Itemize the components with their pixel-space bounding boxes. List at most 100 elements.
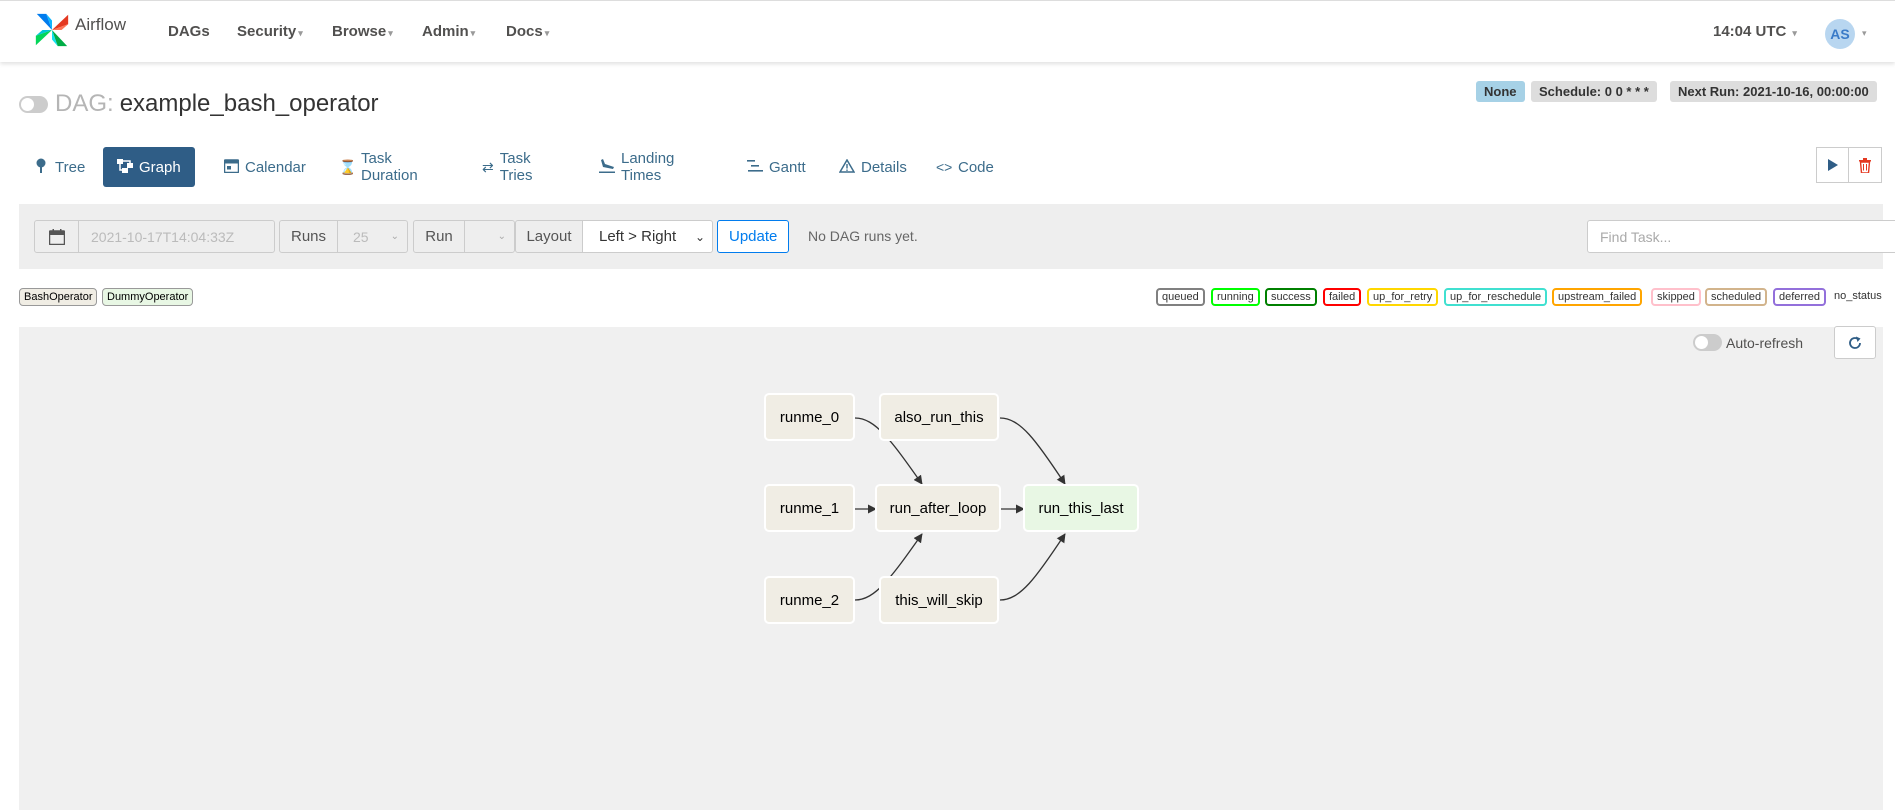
legend-state-upstream-failed[interactable]: upstream_failed [1552,288,1643,306]
legend-dummy-operator[interactable]: DummyOperator [102,288,194,306]
trash-icon [1859,157,1871,173]
dag-prefix: DAG: [55,90,114,117]
layout-select[interactable]: Left > Right ⌄ [582,220,713,253]
schedule-badge: Schedule: 0 0 * * * [1531,81,1657,102]
user-avatar[interactable]: AS [1825,19,1855,49]
legend-state-scheduled[interactable]: scheduled [1705,288,1768,306]
chevron-down-icon: ⌄ [694,229,705,244]
graph-icon [117,158,133,176]
task-node-runme-2[interactable]: runme_2 [764,576,855,624]
tab-task-tries[interactable]: ⇄ Task Tries [468,147,551,187]
layout-label: Layout [515,220,583,253]
legend-state-failed[interactable]: failed [1323,288,1362,306]
graph-filter-bar: 2021-10-17T14:04:33Z Runs 25 ⌄ Run ⌄ Lay… [19,204,1895,269]
task-node-also-run-this[interactable]: also_run_this [879,393,999,441]
legend-state-up-for-reschedule[interactable]: up_for_reschedule [1444,288,1548,306]
legend-state-deferred[interactable]: deferred [1773,288,1826,306]
tree-icon [33,158,49,177]
dag-name: example_bash_operator [119,90,379,117]
dag-status-badge: None [1476,81,1525,102]
refresh-button[interactable] [1834,326,1876,359]
tab-details-label: Details [861,158,907,176]
nav-browse-label: Browse [332,23,387,40]
nav-dags[interactable]: DAGs [168,23,210,40]
run-select[interactable]: ⌄ [464,220,515,253]
delete-dag-button[interactable] [1849,147,1882,183]
calendar-icon [48,228,65,245]
no-dag-runs-message: No DAG runs yet. [808,228,918,244]
utc-clock[interactable]: 14:04 UTC ▾ [1713,23,1797,40]
find-task-input[interactable]: Find Task... [1587,220,1895,253]
nav-security-label: Security [237,23,297,40]
task-node-run-after-loop[interactable]: run_after_loop [875,484,1001,532]
tab-gantt-label: Gantt [769,158,806,176]
tab-task-duration[interactable]: ⌛ Task Duration [325,147,432,187]
chevron-down-icon: ▾ [1792,28,1797,38]
chevron-down-icon: ⌄ [390,231,399,242]
tab-graph-label: Graph [139,158,181,176]
runs-label: Runs [279,220,338,253]
trigger-dag-button[interactable] [1816,147,1849,183]
tab-landing-times[interactable]: Landing Times [585,147,688,187]
warning-icon [838,158,856,176]
legend-state-queued[interactable]: queued [1156,288,1205,306]
clock-label: 14:04 UTC [1713,23,1787,40]
tab-details[interactable]: Details [825,147,921,187]
brand[interactable]: Airflow [33,10,126,50]
nav-admin[interactable]: Admin ▾ [422,23,475,40]
dag-title: DAG: example_bash_operator [19,90,379,118]
task-node-run-this-last[interactable]: run_this_last [1023,484,1139,532]
auto-refresh-control: Auto-refresh [1693,334,1803,351]
runs-select[interactable]: 25 ⌄ [337,220,408,253]
task-node-runme-1[interactable]: runme_1 [764,484,855,532]
tab-task-tries-label: Task Tries [499,150,533,184]
task-node-runme-0[interactable]: runme_0 [764,393,855,441]
next-run-badge: Next Run: 2021-10-16, 00:00:00 [1670,81,1877,102]
tab-calendar-label: Calendar [245,158,306,176]
brand-name: Airflow [75,15,127,34]
gantt-icon [747,159,763,176]
airflow-logo-icon [35,13,69,47]
tab-task-duration-label: Task Duration [361,150,418,184]
update-button[interactable]: Update [717,220,790,253]
nav-browse[interactable]: Browse ▾ [332,23,393,40]
runs-select-value: 25 [353,228,369,245]
dag-pause-toggle[interactable] [19,95,48,113]
nav-dags-label: DAGs [168,23,210,40]
tab-code-label: Code [958,158,994,176]
execution-date-input[interactable]: 2021-10-17T14:04:33Z [78,220,275,253]
layout-select-value: Left > Right [599,228,677,245]
auto-refresh-label: Auto-refresh [1726,334,1804,351]
hourglass-icon: ⌛ [339,158,357,175]
run-label: Run [413,220,465,253]
tab-tree[interactable]: Tree [19,147,99,187]
chevron-down-icon: ▾ [298,28,303,38]
nav-docs[interactable]: Docs ▾ [506,23,549,40]
play-icon [1827,159,1838,171]
calendar-icon [223,158,239,176]
legend-state-success[interactable]: success [1265,288,1317,306]
task-node-this-will-skip[interactable]: this_will_skip [879,576,999,624]
legend-state-up-for-retry[interactable]: up_for_retry [1367,288,1439,306]
chevron-down-icon: ⌄ [497,231,506,242]
edge-this-will-skip-run-this-last [999,533,1066,601]
auto-refresh-toggle[interactable] [1693,334,1722,351]
nav-security[interactable]: Security ▾ [237,23,303,40]
tab-gantt[interactable]: Gantt [733,147,820,187]
chevron-down-icon[interactable]: ▾ [1862,28,1867,39]
legend-bash-operator[interactable]: BashOperator [19,288,98,306]
legend-state-running[interactable]: running [1211,288,1260,306]
chevron-down-icon: ▾ [544,28,550,38]
tab-landing-times-label: Landing Times [621,150,675,184]
tab-calendar[interactable]: Calendar [209,147,320,187]
tab-tree-label: Tree [55,158,86,176]
tab-code[interactable]: <> Code [922,147,1008,187]
tab-graph[interactable]: Graph [103,147,195,187]
date-picker-button[interactable] [34,220,79,253]
legend-state-no-status[interactable]: no_status [1834,290,1882,302]
nav-admin-label: Admin [422,23,469,40]
chevron-down-icon: ▾ [470,28,476,38]
chevron-down-icon: ▾ [388,28,393,38]
legend-state-skipped[interactable]: skipped [1651,288,1701,306]
code-icon: <> [936,159,953,175]
